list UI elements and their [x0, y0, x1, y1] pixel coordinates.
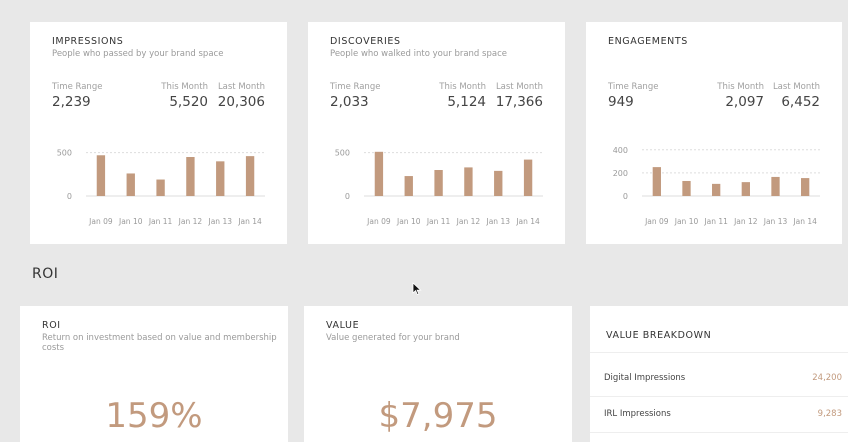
value-card-title: VALUE: [326, 320, 360, 331]
bar: [374, 151, 384, 196]
x-tick-label: Jan 10: [674, 217, 699, 226]
x-tick-label: Jan 09: [644, 217, 669, 226]
value-breakdown-card: VALUE BREAKDOWN Digital Impressions 24,2…: [590, 306, 848, 442]
bar: [652, 167, 661, 196]
roi-card-subtitle: Return on investment based on value and …: [42, 333, 277, 353]
roi-card-title: ROI: [42, 320, 61, 331]
x-tick-label: Jan 12: [456, 217, 481, 226]
impressions-card: IMPRESSIONS People who passed by your br…: [30, 22, 287, 244]
bar: [464, 167, 473, 196]
engagements-bar-chart: 0 200 400 Jan 09 Jan 10 Jan 11 Jan 12 Jan 13 Jan…: [613, 146, 820, 226]
impressions-bar-chart: 0 500 Jan 09 Jan 10 Jan 11 Jan 12 Jan 13 Jan 14: [57, 149, 265, 226]
x-tick-label: Jan 10: [118, 217, 143, 226]
breakdown-label: Digital Impressions: [604, 373, 686, 383]
y-tick-label: 0: [345, 192, 350, 201]
y-tick-label: 500: [57, 149, 72, 158]
bar: [801, 178, 810, 196]
bar: [434, 170, 443, 196]
value-breakdown-title: VALUE BREAKDOWN: [606, 330, 712, 341]
x-tick-label: Jan 14: [237, 217, 262, 226]
bar: [216, 161, 225, 196]
bar: [712, 183, 721, 196]
x-tick-label: Jan 13: [208, 217, 233, 226]
x-tick-label: Jan 09: [88, 217, 113, 226]
breakdown-label: IRL Impressions: [604, 409, 671, 419]
discoveries-card: DISCOVERIES People who walked into your …: [308, 22, 565, 244]
mouse-cursor-icon: [412, 282, 422, 296]
bar: [96, 155, 106, 196]
x-tick-label: Jan 12: [733, 217, 758, 226]
x-tick-label: Jan 09: [366, 217, 391, 226]
x-tick-label: Jan 12: [178, 217, 203, 226]
value-amount: $7,975: [378, 396, 498, 436]
roi-value: 159%: [105, 396, 203, 436]
roi-section-title: ROI: [32, 266, 59, 282]
bar: [523, 159, 533, 196]
breakdown-row-irl-impressions: IRL Impressions 9,283: [604, 409, 842, 429]
divider: [590, 396, 848, 397]
bar: [186, 157, 195, 196]
bar: [404, 176, 413, 196]
bar: [245, 156, 255, 196]
x-tick-label: Jan 14: [792, 217, 817, 226]
y-tick-label: 400: [613, 146, 628, 155]
y-tick-label: 0: [623, 192, 628, 201]
x-tick-label: Jan 13: [486, 217, 511, 226]
x-tick-label: Jan 14: [515, 217, 540, 226]
breakdown-value: 9,283: [817, 409, 842, 419]
x-tick-label: Jan 11: [148, 217, 173, 226]
bar: [682, 180, 691, 196]
x-tick-label: Jan 11: [703, 217, 728, 226]
y-tick-label: 0: [67, 192, 72, 201]
bar: [741, 182, 750, 196]
breakdown-row-digital-impressions: Digital Impressions 24,200: [604, 373, 842, 393]
bar: [156, 179, 165, 196]
bar: [126, 173, 135, 196]
engagements-card: ENGAGEMENTS Time Range 949 This Month 2,…: [586, 22, 842, 244]
discoveries-bar-chart: 0 500 Jan 09 Jan 10 Jan 11 Jan 12 Jan 13 Jan 14: [335, 149, 543, 226]
x-tick-label: Jan 10: [396, 217, 421, 226]
y-tick-label: 500: [335, 149, 350, 158]
value-card-subtitle: Value generated for your brand: [326, 333, 460, 343]
divider: [590, 352, 848, 353]
x-tick-label: Jan 11: [426, 217, 451, 226]
y-tick-label: 200: [613, 169, 628, 178]
breakdown-value: 24,200: [812, 373, 842, 383]
x-tick-label: Jan 13: [763, 217, 788, 226]
divider: [590, 432, 848, 433]
bar: [771, 176, 780, 196]
bar: [494, 170, 503, 196]
